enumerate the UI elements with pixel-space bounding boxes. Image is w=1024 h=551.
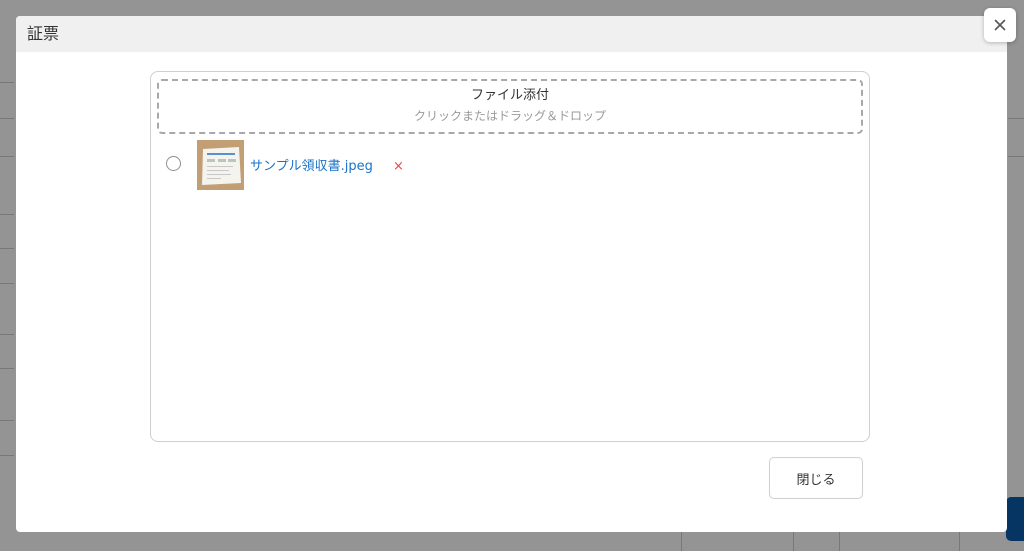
file-name-link[interactable]: サンプル領収書.jpeg	[250, 158, 373, 176]
file-select-radio[interactable]	[166, 156, 181, 171]
dropzone-title: ファイル添付	[470, 88, 549, 103]
voucher-modal: 証票 ファイル添付 クリックまたはドラッグ＆ドロップ サンプル領収書.jpeg	[16, 16, 1007, 532]
modal-close-button[interactable]	[984, 8, 1016, 42]
attachment-panel: ファイル添付 クリックまたはドラッグ＆ドロップ サンプル領収書.jpeg ×	[150, 71, 870, 442]
modal-title: 証票	[27, 24, 60, 43]
close-icon	[994, 19, 1006, 31]
receipt-thumbnail[interactable]	[197, 140, 244, 190]
attached-file-item: サンプル領収書.jpeg ×	[165, 139, 665, 191]
file-dropzone[interactable]: ファイル添付 クリックまたはドラッグ＆ドロップ	[157, 79, 863, 134]
close-dialog-button[interactable]: 閉じる	[769, 457, 863, 499]
modal-header: 証票	[16, 16, 1007, 52]
dropzone-hint: クリックまたはドラッグ＆ドロップ	[413, 109, 606, 123]
remove-file-icon[interactable]: ×	[393, 158, 404, 176]
